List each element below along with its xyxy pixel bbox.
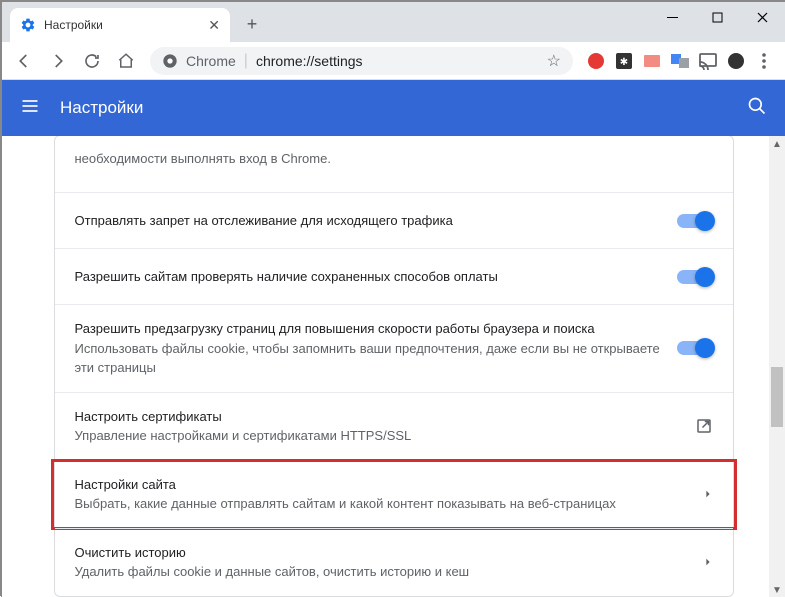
forward-button[interactable]: [42, 45, 74, 77]
close-window-button[interactable]: [740, 2, 785, 32]
extension-icon-1[interactable]: [587, 52, 605, 70]
row-certificates[interactable]: Настроить сертификаты Управление настрой…: [55, 392, 733, 460]
row-payment-methods[interactable]: Разрешить сайтам проверять наличие сохра…: [55, 248, 733, 304]
row-title: Отправлять запрет на отслеживание для ис…: [75, 211, 661, 231]
browser-tab[interactable]: Настройки ✕: [10, 8, 230, 42]
new-tab-button[interactable]: +: [238, 10, 266, 38]
search-icon[interactable]: [747, 96, 767, 121]
home-button[interactable]: [110, 45, 142, 77]
row-preload[interactable]: Разрешить предзагрузку страниц для повыш…: [55, 304, 733, 392]
page-title: Настройки: [60, 98, 747, 118]
back-button[interactable]: [8, 45, 40, 77]
content-area: необходимости выполнять вход в Chrome. О…: [2, 136, 785, 597]
omnibox-url: chrome://settings: [256, 53, 363, 69]
maximize-button[interactable]: [695, 2, 740, 32]
minimize-button[interactable]: [650, 2, 695, 32]
hamburger-icon[interactable]: [20, 96, 40, 121]
row-title: Настройки сайта: [75, 475, 687, 495]
omnibox-origin-label: Chrome: [186, 53, 236, 69]
row-clear-browsing-data[interactable]: Очистить историю Удалить файлы cookie и …: [55, 528, 733, 596]
external-link-icon[interactable]: [695, 417, 713, 435]
scroll-up-icon[interactable]: ▲: [769, 136, 785, 152]
close-icon[interactable]: ✕: [208, 17, 220, 34]
row-sub: Управление настройками и сертификатами H…: [75, 426, 679, 446]
extension-icons: ✱: [581, 52, 779, 70]
toggle-preload[interactable]: [677, 341, 713, 355]
row-do-not-track[interactable]: Отправлять запрет на отслеживание для ис…: [55, 192, 733, 248]
chevron-right-icon: [703, 557, 713, 567]
star-icon[interactable]: ☆: [547, 51, 561, 71]
row-title: Настроить сертификаты: [75, 407, 679, 427]
row-title: Разрешить сайтам проверять наличие сохра…: [75, 267, 661, 287]
window-titlebar: Настройки ✕ +: [2, 2, 785, 42]
scrollbar-thumb[interactable]: [771, 367, 783, 427]
row-signin-partial: необходимости выполнять вход в Chrome.: [55, 136, 733, 192]
row-sub: необходимости выполнять вход в Chrome.: [75, 149, 713, 169]
gear-icon: [20, 17, 36, 33]
tab-title: Настройки: [44, 18, 200, 32]
privacy-card: необходимости выполнять вход в Chrome. О…: [54, 136, 734, 597]
row-title: Очистить историю: [75, 543, 687, 563]
row-sub: Выбрать, какие данные отправлять сайтам …: [75, 494, 687, 514]
browser-toolbar: Chrome | chrome://settings ☆ ✱: [2, 42, 785, 80]
chevron-right-icon: [703, 489, 713, 499]
profile-icon[interactable]: [727, 52, 745, 70]
extension-icon-3[interactable]: [643, 52, 661, 70]
address-bar[interactable]: Chrome | chrome://settings ☆: [150, 47, 573, 75]
menu-icon[interactable]: [755, 52, 773, 70]
window-controls: [650, 2, 785, 32]
toggle-do-not-track[interactable]: [677, 214, 713, 228]
chrome-icon: [162, 53, 178, 69]
translate-icon[interactable]: [671, 52, 689, 70]
scrollbar-track[interactable]: [769, 152, 785, 582]
scroll-down-icon[interactable]: ▼: [769, 582, 785, 597]
row-sub: Удалить файлы cookie и данные сайтов, оч…: [75, 562, 687, 582]
divider: |: [244, 52, 248, 70]
row-site-settings[interactable]: Настройки сайта Выбрать, какие данные от…: [55, 460, 733, 528]
cast-icon[interactable]: [699, 52, 717, 70]
extension-icon-2[interactable]: ✱: [615, 52, 633, 70]
page-scrollbar[interactable]: ▲ ▼: [769, 136, 785, 597]
toggle-payment-methods[interactable]: [677, 270, 713, 284]
settings-header: Настройки: [2, 80, 785, 136]
svg-text:✱: ✱: [620, 57, 628, 68]
row-title: Разрешить предзагрузку страниц для повыш…: [75, 319, 661, 339]
row-sub: Использовать файлы cookie, чтобы запомни…: [75, 339, 661, 378]
reload-button[interactable]: [76, 45, 108, 77]
